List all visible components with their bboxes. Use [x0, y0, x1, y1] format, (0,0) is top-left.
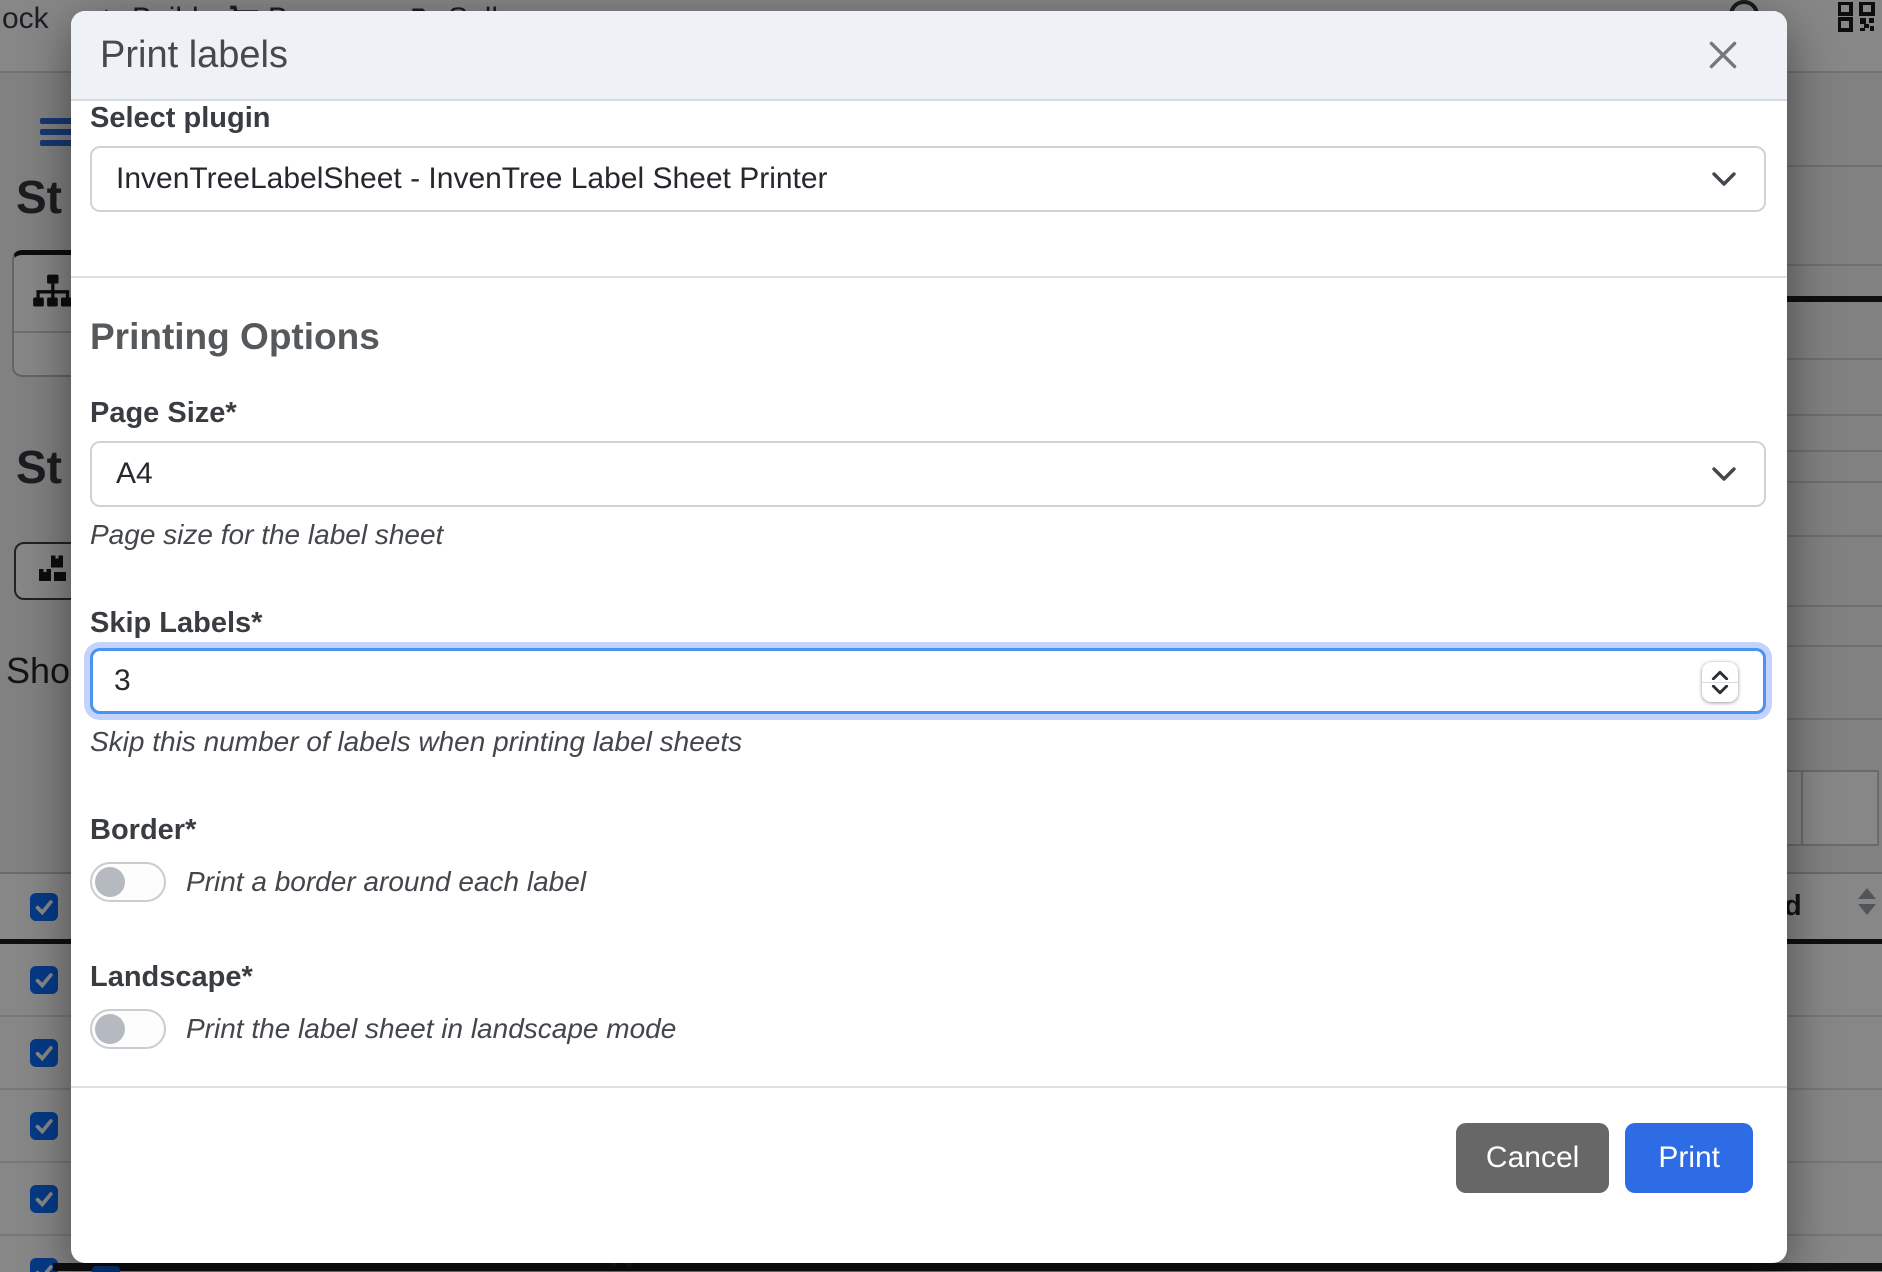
- chevron-down-icon: [1710, 464, 1738, 489]
- printing-options-heading: Printing Options: [90, 316, 1766, 358]
- screen: ock Build Buy Sell: [0, 0, 1882, 1272]
- number-stepper[interactable]: [1702, 662, 1738, 702]
- plugin-select-value: InvenTreeLabelSheet - InvenTree Label Sh…: [116, 162, 828, 196]
- select-plugin-label: Select plugin: [90, 102, 270, 134]
- modal-header: Print labels: [71, 11, 1787, 101]
- skip-labels-help: Skip this number of labels when printing…: [90, 727, 1766, 757]
- stepper-down-icon: [1711, 685, 1729, 695]
- plugin-select[interactable]: InvenTreeLabelSheet - InvenTree Label Sh…: [90, 146, 1766, 212]
- print-labels-modal: Print labels Select plugin InvenTreeLabe…: [71, 11, 1787, 1263]
- border-toggle-row: Print a border around each label: [90, 861, 1766, 903]
- close-icon[interactable]: [1701, 33, 1745, 77]
- modal-body: Select plugin InvenTreeLabelSheet - Inve…: [71, 101, 1787, 1263]
- border-label: Border*: [90, 813, 1766, 847]
- page-size-value: A4: [116, 457, 153, 491]
- stepper-up-icon: [1711, 670, 1729, 680]
- toggle-knob: [95, 1014, 125, 1044]
- toggle-knob: [95, 867, 125, 897]
- landscape-help: Print the label sheet in landscape mode: [186, 1014, 676, 1044]
- modal-footer: Cancel Print: [90, 1088, 1766, 1193]
- page-size-help: Page size for the label sheet: [90, 520, 1766, 550]
- chevron-down-icon: [1710, 169, 1738, 194]
- print-button[interactable]: Print: [1625, 1123, 1753, 1193]
- page-size-label: Page Size*: [90, 396, 1766, 430]
- modal-title: Print labels: [100, 34, 288, 77]
- landscape-label: Landscape*: [90, 960, 1766, 994]
- skip-labels-label: Skip Labels*: [90, 606, 1766, 640]
- landscape-toggle-row: Print the label sheet in landscape mode: [90, 1008, 1766, 1050]
- divider: [71, 276, 1787, 278]
- skip-labels-field: [90, 648, 1766, 714]
- page-size-select[interactable]: A4: [90, 441, 1766, 507]
- border-toggle[interactable]: [90, 862, 166, 902]
- landscape-toggle[interactable]: [90, 1009, 166, 1049]
- border-help: Print a border around each label: [186, 867, 586, 897]
- skip-labels-input[interactable]: [90, 648, 1766, 714]
- cancel-button[interactable]: Cancel: [1456, 1123, 1609, 1193]
